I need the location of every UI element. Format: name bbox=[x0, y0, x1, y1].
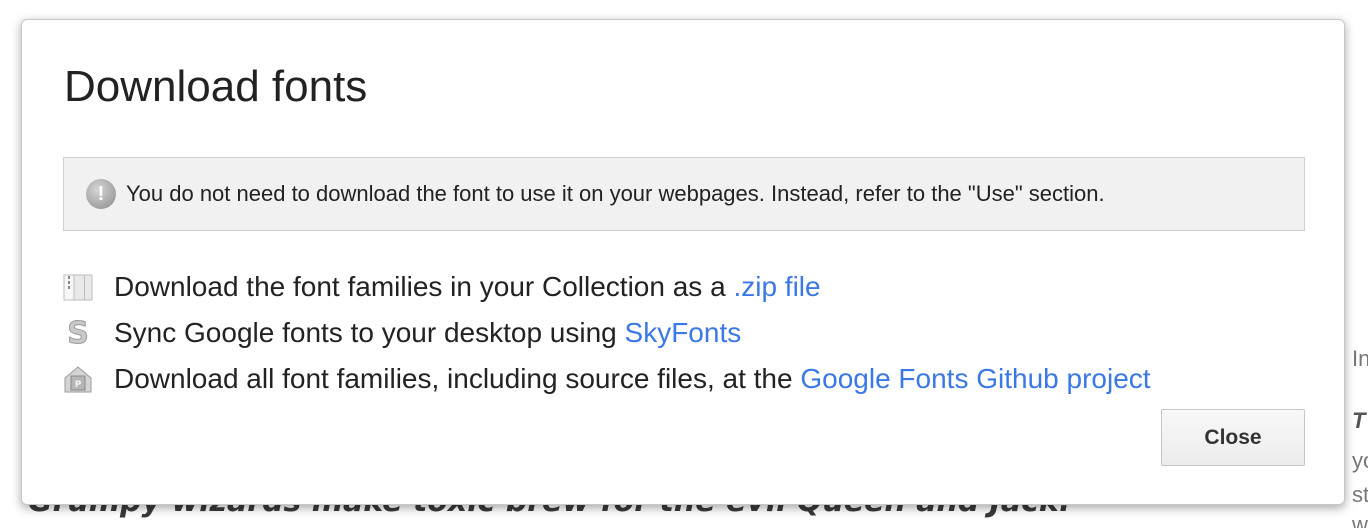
download-fonts-dialog: Download fonts ! You do not need to down… bbox=[21, 19, 1345, 505]
skyfonts-option: S Sync Google fonts to your desktop usin… bbox=[62, 317, 742, 349]
option-label: Sync Google fonts to your desktop using bbox=[114, 317, 625, 348]
zip-archive-icon bbox=[62, 271, 94, 303]
background-text-fragment: st bbox=[1352, 482, 1368, 507]
zip-file-link[interactable]: .zip file bbox=[733, 271, 820, 302]
github-option: P Download all font families, including … bbox=[62, 363, 1151, 395]
svg-text:S: S bbox=[67, 318, 89, 348]
background-text-fragment: In bbox=[1352, 346, 1368, 371]
github-icon: P bbox=[62, 363, 94, 395]
github-project-link[interactable]: Google Fonts Github project bbox=[800, 363, 1150, 394]
skyfonts-link[interactable]: SkyFonts bbox=[625, 317, 742, 348]
notice-text: You do not need to download the font to … bbox=[126, 181, 1105, 206]
option-label: Download the font families in your Colle… bbox=[114, 271, 734, 302]
background-text-fragment: yo bbox=[1352, 448, 1368, 473]
page: Grumpy wizards make toxic brew for the e… bbox=[0, 0, 1368, 528]
svg-text:P: P bbox=[75, 380, 82, 390]
dialog-title: Download fonts bbox=[64, 62, 368, 111]
download-zip-option: Download the font families in your Colle… bbox=[62, 271, 821, 303]
exclamation-icon: ! bbox=[86, 179, 116, 209]
info-notice: ! You do not need to download the font t… bbox=[63, 157, 1305, 231]
background-text-fragment: w bbox=[1352, 512, 1368, 528]
skyfonts-icon: S bbox=[62, 317, 94, 349]
background-text-fragment: T bbox=[1352, 408, 1366, 433]
option-label: Download all font families, including so… bbox=[114, 363, 801, 394]
close-button[interactable]: Close bbox=[1161, 409, 1305, 466]
